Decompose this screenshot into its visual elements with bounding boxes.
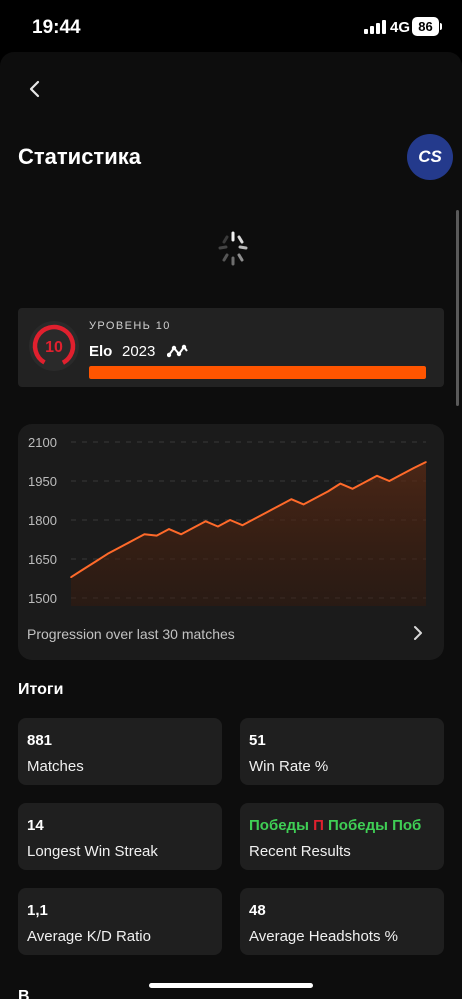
level-badge-number: 10 xyxy=(45,339,63,356)
chart-point xyxy=(400,473,403,476)
chart-point xyxy=(155,534,158,537)
chart-point xyxy=(327,490,329,493)
elo-label: Elo xyxy=(89,343,113,360)
level-badge: 10 xyxy=(29,321,79,371)
y-tick-label: 2100 xyxy=(28,435,57,450)
stat-label: Recent Results xyxy=(249,843,351,860)
stat-value: 881 xyxy=(27,732,53,749)
chart-point xyxy=(253,517,256,520)
chart-point xyxy=(363,481,366,484)
stat-card-win-rate: 51 Win Rate % xyxy=(240,718,444,785)
back-button[interactable] xyxy=(22,76,48,102)
chart-point xyxy=(425,461,427,463)
result-win: Поб xyxy=(392,817,422,834)
chart-point xyxy=(82,568,85,571)
status-time: 19:44 xyxy=(32,17,81,38)
chart-point xyxy=(180,533,182,536)
y-tick-label: 1650 xyxy=(28,552,57,567)
chart-point xyxy=(351,488,354,490)
stat-card-headshots: 48 Average Headshots % xyxy=(240,888,444,955)
chart-point xyxy=(192,527,195,529)
stat-card-win-streak: 14 Longest Win Streak xyxy=(18,803,222,870)
stat-value: 14 xyxy=(27,817,44,834)
home-indicator[interactable] xyxy=(149,983,313,988)
stat-label: Longest Win Streak xyxy=(27,843,158,860)
next-section-title: В xyxy=(18,988,30,999)
scrollbar[interactable] xyxy=(456,210,459,406)
result-win: Победы xyxy=(328,817,388,834)
chart-point xyxy=(217,525,219,528)
stat-card-matches: 881 Matches xyxy=(18,718,222,785)
elo-progress-fill xyxy=(89,366,426,379)
elo-progression-chart[interactable]: 2100 1950 1800 1650 1500 Progression over la… xyxy=(18,424,444,660)
stat-value: 48 xyxy=(249,902,266,919)
level-label: УРОВЕНЬ 10 xyxy=(89,320,171,332)
chart-point xyxy=(278,504,280,507)
chart-point xyxy=(119,546,121,549)
cs-logo-icon[interactable]: CS xyxy=(407,134,453,180)
stat-card-kd-ratio: 1,1 Average K/D Ratio xyxy=(18,888,222,955)
chart-point xyxy=(290,498,293,500)
summary-title: Итоги xyxy=(18,681,64,698)
chart-point xyxy=(106,553,109,555)
stats-sheet: Статистика CS 10 УРОВЕНЬ 10 Elo 2023 210… xyxy=(0,52,462,999)
elo-value: 2023 xyxy=(122,343,156,360)
chart-caption: Progression over last 30 matches xyxy=(27,626,235,642)
chart-point xyxy=(229,519,231,521)
chart-point xyxy=(143,533,146,536)
status-bar: 19:44 4G 86 xyxy=(0,0,462,52)
chart-point xyxy=(131,540,134,542)
stat-value: 51 xyxy=(249,732,266,749)
elo-progress-bar xyxy=(89,366,426,379)
y-tick-label: 1950 xyxy=(28,474,57,489)
chart-point xyxy=(70,576,72,578)
y-tick-label: 1500 xyxy=(28,591,57,606)
chart-plot: 2100 1950 1800 1650 1500 xyxy=(28,435,427,606)
chevron-right-icon xyxy=(414,626,422,640)
chart-area-fill xyxy=(71,462,426,606)
network-label: 4G xyxy=(390,19,411,36)
trend-icon[interactable] xyxy=(167,343,189,359)
chart-point xyxy=(266,511,268,513)
page-title: Статистика xyxy=(18,144,141,169)
chart-point xyxy=(376,475,378,477)
stat-label: Average K/D Ratio xyxy=(27,928,151,945)
signal-icon xyxy=(364,20,386,34)
battery-tip xyxy=(440,23,442,30)
spinner-icon xyxy=(218,231,248,266)
level-card[interactable]: 10 УРОВЕНЬ 10 Elo 2023 xyxy=(18,308,444,387)
chart-point xyxy=(241,524,244,526)
stat-label: Average Headshots % xyxy=(249,928,398,945)
chart-point xyxy=(94,560,97,563)
result-win: Победы xyxy=(249,817,309,834)
y-tick-label: 1800 xyxy=(28,513,57,528)
stat-value: 1,1 xyxy=(27,902,48,919)
chart-point xyxy=(339,482,342,485)
chart-point xyxy=(315,497,317,499)
result-loss: П xyxy=(313,817,324,834)
chart-point xyxy=(302,503,305,506)
stat-label: Matches xyxy=(27,758,84,775)
chart-point xyxy=(204,520,207,523)
stat-card-recent-results: Победы П Победы Поб Recent Results xyxy=(240,803,444,870)
recent-results-row: Победы П Победы Поб xyxy=(249,817,421,834)
battery-icon: 86 xyxy=(412,17,439,36)
stat-label: Win Rate % xyxy=(249,758,329,775)
chart-point xyxy=(168,528,170,530)
cs-logo-text: CS xyxy=(418,147,442,166)
chart-point xyxy=(388,480,391,482)
chart-point xyxy=(412,467,415,469)
